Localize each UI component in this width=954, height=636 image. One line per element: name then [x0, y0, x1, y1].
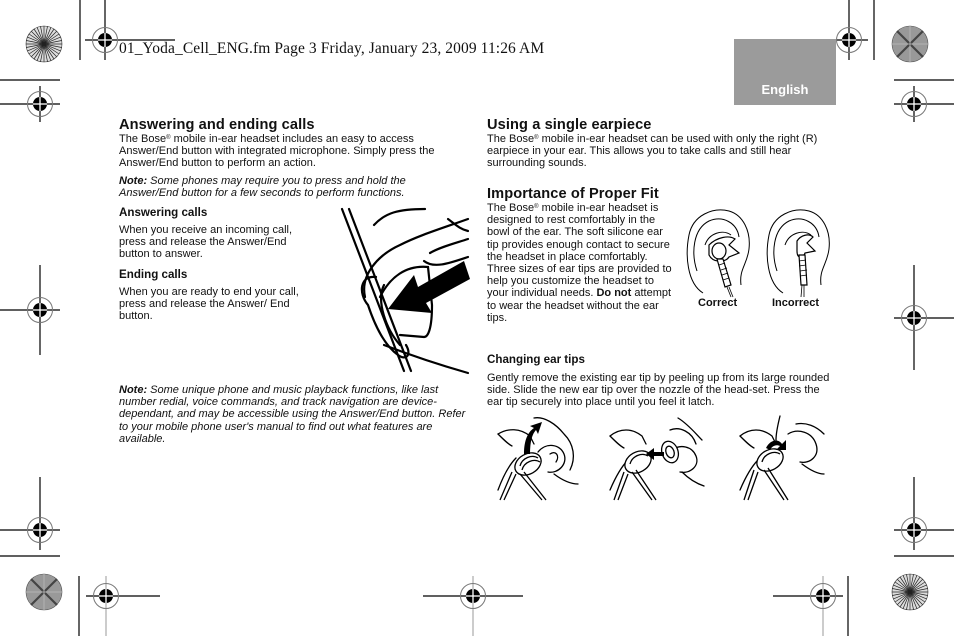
registration-mark	[0, 477, 60, 550]
correct-fit-illustration	[686, 209, 750, 298]
slide-new-ear-tip-illustration	[609, 417, 705, 501]
registration-mark	[894, 79, 954, 122]
language-tab-label: English	[761, 82, 809, 97]
ending-calls-section: Ending calls When you are ready to end y…	[119, 268, 315, 323]
proper-fit-section: Importance of Proper Fit The Bose® mobil…	[487, 186, 677, 324]
note: Note: Some unique phone and music playba…	[119, 384, 466, 445]
subsection-heading: Changing ear tips	[487, 353, 585, 366]
registration-mark	[0, 265, 60, 355]
remove-ear-tip-illustration	[497, 417, 579, 501]
cross-target-icon	[890, 24, 930, 64]
registration-mark	[834, 0, 868, 60]
section-body: The Bose® mobile in-ear headset includes…	[119, 133, 435, 170]
press-ear-tip-illustration	[739, 415, 825, 501]
bottom-note-section: Note: Some unique phone and music playba…	[119, 384, 469, 445]
answering-calls-section: Answering calls When you receive an inco…	[119, 206, 317, 261]
answering-ending-section: Answering and ending calls The Bose® mob…	[119, 117, 469, 199]
cross-target-icon	[24, 572, 64, 612]
file-slug-line: 01_Yoda_Cell_ENG.fm Page 3 Friday, Janua…	[119, 40, 545, 57]
language-tab: English	[734, 39, 836, 105]
subsection-body: When you receive an incoming call, press…	[119, 224, 293, 261]
subsection-heading: Answering calls	[119, 206, 208, 219]
incorrect-caption: Incorrect	[772, 297, 820, 309]
registration-mark	[86, 576, 160, 636]
subsection-body: When you are ready to end your call, pre…	[119, 286, 299, 323]
correct-caption: Correct	[698, 297, 738, 309]
section-heading: Using a single earpiece	[487, 117, 652, 133]
changing-ear-tips-section: Changing ear tips Gently remove the exis…	[487, 353, 832, 409]
section-heading: Answering and ending calls	[119, 117, 315, 133]
registration-mark	[894, 477, 954, 550]
section-body: The Bose® mobile in-ear headset can be u…	[487, 133, 818, 170]
single-earpiece-section: Using a single earpiece The Bose® mobile…	[487, 117, 832, 170]
registration-mark	[423, 576, 523, 636]
press-answer-end-button-illustration	[340, 207, 470, 375]
incorrect-fit-illustration	[766, 209, 830, 298]
registration-mark	[894, 265, 954, 370]
registration-mark	[773, 576, 843, 636]
subsection-body: Gently remove the existing ear tip by pe…	[487, 372, 830, 409]
note: Note: Some phones may require you to pre…	[119, 174, 406, 199]
star-target-icon	[891, 573, 929, 611]
registration-mark	[0, 79, 60, 122]
star-target-icon	[25, 25, 63, 63]
subsection-heading: Ending calls	[119, 268, 188, 281]
section-body: The Bose® mobile in-ear headset is desig…	[487, 202, 672, 324]
section-heading: Importance of Proper Fit	[487, 186, 659, 202]
